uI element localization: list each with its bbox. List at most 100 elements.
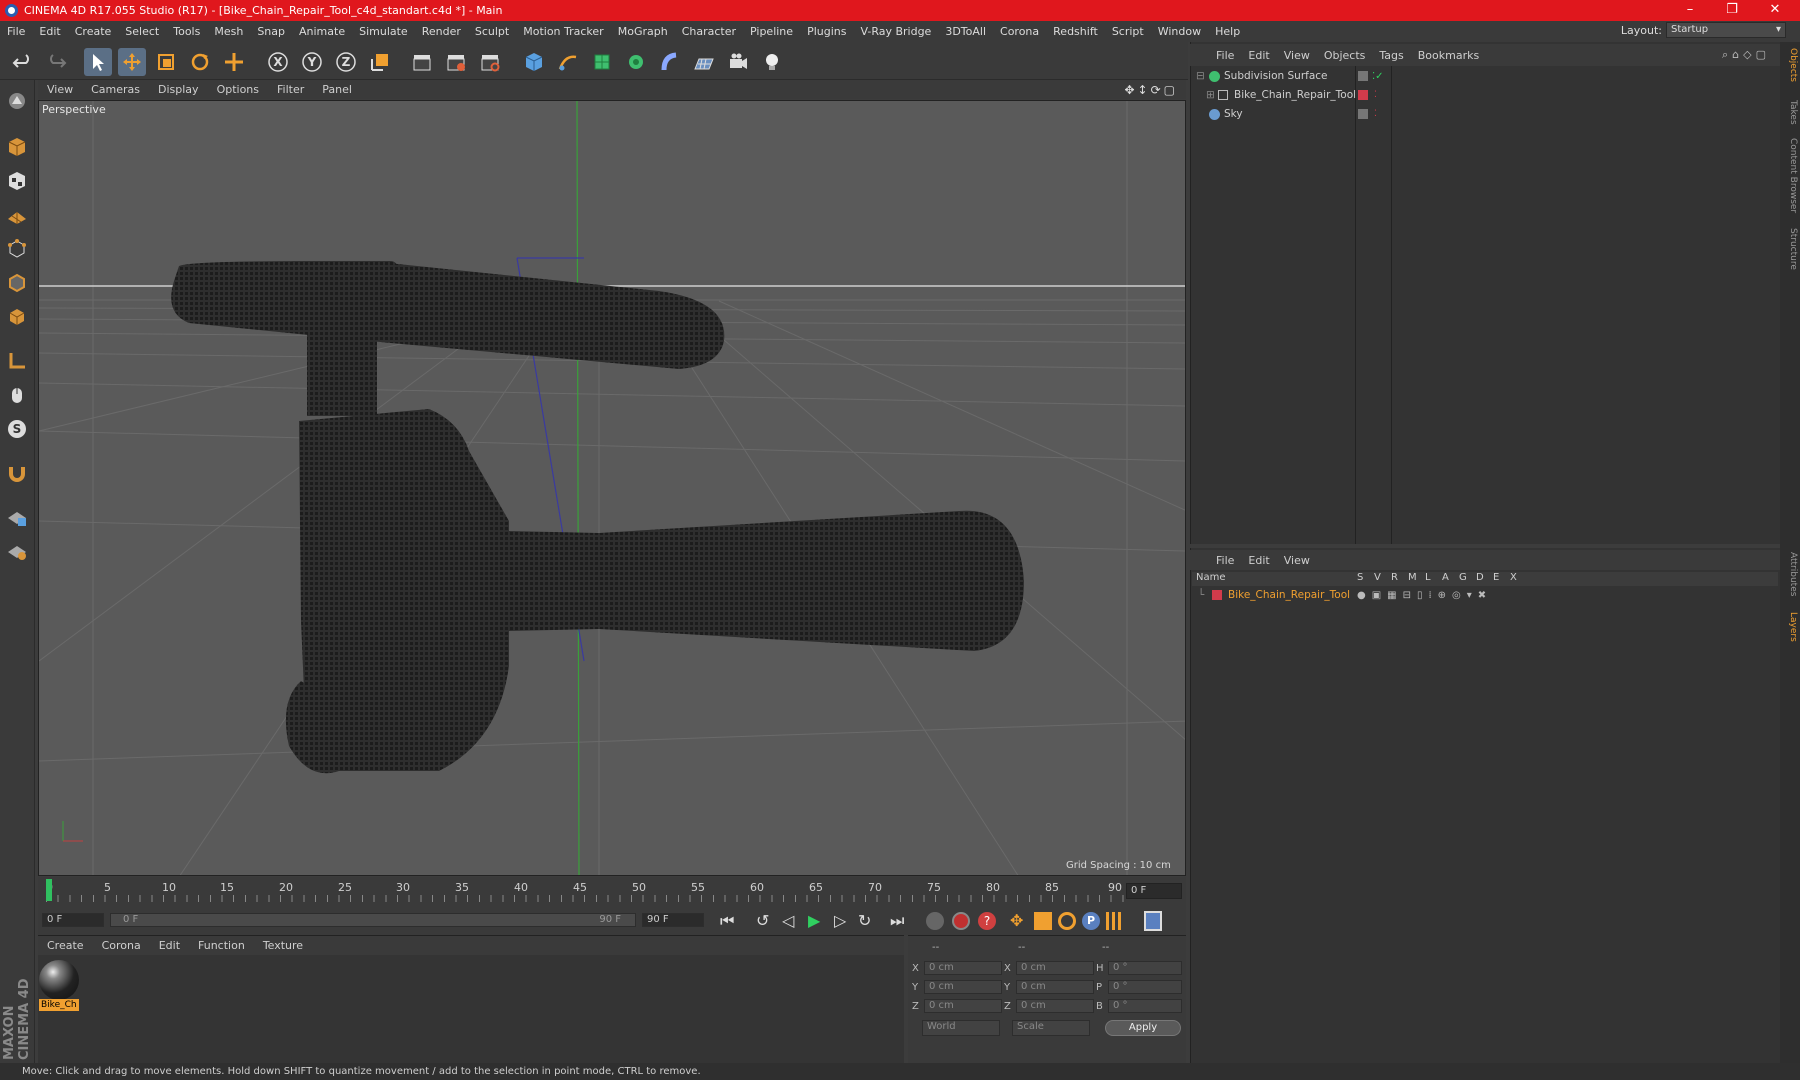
menu-script[interactable]: Script [1105,25,1151,38]
timeline-window-icon[interactable] [1144,911,1162,931]
object-menu-edit[interactable]: Edit [1241,49,1276,62]
layer-menu-file[interactable]: File [1190,554,1241,567]
previous-keyframe-icon[interactable]: ↺ [756,911,769,930]
menu-simulate[interactable]: Simulate [352,25,415,38]
spline-pen-button[interactable] [554,48,582,76]
menu-3dtoall[interactable]: 3DToAll [938,25,993,38]
tab-objects[interactable]: Objects [1782,48,1798,82]
render-settings-button[interactable] [476,48,504,76]
cloner-button[interactable] [622,48,650,76]
object-menu-bookmarks[interactable]: Bookmarks [1411,49,1486,62]
planar-workplane-button[interactable] [4,538,30,564]
collapse-icon[interactable]: ⊟ [1196,68,1205,85]
rotation-b-field[interactable]: 0 ° [1108,999,1182,1013]
menu-mesh[interactable]: Mesh [207,25,250,38]
menu-window[interactable]: Window [1151,25,1208,38]
tab-layers[interactable]: Layers [1782,612,1798,642]
layer-tag-icon[interactable] [1358,109,1368,119]
material-menu-texture[interactable]: Texture [254,939,312,952]
autokey-help-icon[interactable]: ? [978,912,996,930]
redo-button[interactable] [42,48,70,76]
menu-mograph[interactable]: MoGraph [611,25,675,38]
expand-icon[interactable]: ⊞ [1206,87,1215,104]
texture-mode-button[interactable] [4,168,30,194]
magnet-button[interactable] [4,460,30,486]
visibility-dots-icon[interactable]: ⁚ [1374,87,1377,104]
position-z-field[interactable]: 0 cm [924,999,1002,1013]
visibility-check-icon[interactable]: ⁚✓ [1372,68,1384,85]
current-frame-field[interactable]: 0 F [1126,883,1182,899]
menu-pipeline[interactable]: Pipeline [743,25,800,38]
viewport-menu-panel[interactable]: Panel [313,83,361,96]
next-keyframe-icon[interactable]: ↻ [858,911,871,930]
start-frame-field[interactable]: 0 F [42,913,104,927]
render-to-picture-viewer-button[interactable] [442,48,470,76]
menu-plugins[interactable]: Plugins [800,25,853,38]
layer-tag-icon[interactable] [1358,71,1368,81]
menu-render[interactable]: Render [415,25,468,38]
go-to-start-icon[interactable]: ⏮ [720,911,734,931]
render-view-button[interactable] [408,48,436,76]
layer-toggle-icons[interactable]: ●▣▦⊟▯⁞⊕◎▾✖ [1357,587,1492,604]
object-menu-tags[interactable]: Tags [1372,49,1410,62]
key-rotation-icon[interactable] [1058,912,1076,930]
camera-button[interactable] [724,48,752,76]
snap-button[interactable]: S [4,416,30,442]
cube-primitive-button[interactable] [520,48,548,76]
menu-redshift[interactable]: Redshift [1046,25,1105,38]
key-parameter-icon[interactable]: P [1082,912,1100,930]
menu-character[interactable]: Character [675,25,743,38]
end-frame-field[interactable]: 90 F [642,913,704,927]
key-pla-icon[interactable] [1106,912,1124,930]
visibility-dots-icon[interactable]: ⁚ [1374,106,1377,123]
viewport-menu-view[interactable]: View [38,83,82,96]
object-row-bike-chain-repair-tool[interactable]: ⊞ Bike_Chain_Repair_Tool ⁚ [1192,87,1778,104]
menu-create[interactable]: Create [68,25,119,38]
step-forward-icon[interactable]: ▷ [834,911,846,930]
apply-button[interactable]: Apply [1105,1020,1181,1036]
move-tool-button[interactable] [118,48,146,76]
x-axis-lock-button[interactable]: X [264,48,292,76]
material-menu-edit[interactable]: Edit [150,939,189,952]
play-forward-icon[interactable]: ▶ [808,911,820,930]
floor-button[interactable] [690,48,718,76]
menu-file[interactable]: File [0,25,32,38]
layer-menu-view[interactable]: View [1277,554,1317,567]
menu-animate[interactable]: Animate [292,25,352,38]
tab-attributes[interactable]: Attributes [1782,552,1798,596]
size-y-field[interactable]: 0 cm [1016,980,1094,994]
subdivision-surface-button[interactable] [588,48,616,76]
layout-select[interactable]: Startup ▾ [1666,22,1786,38]
keyframe-mode-icon[interactable] [926,912,944,930]
tab-takes[interactable]: Takes [1782,100,1798,125]
object-row-subdivision-surface[interactable]: ⊟ Subdivision Surface ⁚✓ [1192,68,1778,85]
size-x-field[interactable]: 0 cm [1016,961,1094,975]
menu-snap[interactable]: Snap [250,25,292,38]
menu-sculpt[interactable]: Sculpt [468,25,516,38]
perspective-viewport[interactable] [38,100,1186,876]
step-back-icon[interactable]: ◁ [782,911,794,930]
layer-color-icon[interactable] [1358,90,1368,100]
tweak-mode-button[interactable] [4,382,30,408]
viewport-menu-display[interactable]: Display [149,83,208,96]
restore-button[interactable]: ❐ [1712,0,1752,21]
z-axis-lock-button[interactable]: Z [332,48,360,76]
menu-select[interactable]: Select [118,25,166,38]
lock-workplane-button[interactable] [4,504,30,530]
rotation-h-field[interactable]: 0 ° [1108,961,1182,975]
viewport-menu-cameras[interactable]: Cameras [82,83,149,96]
undo-button[interactable] [9,48,37,76]
workplane-mode-button[interactable] [4,202,30,228]
material-menu-corona[interactable]: Corona [93,939,150,952]
material-menu-function[interactable]: Function [189,939,254,952]
tab-content-browser[interactable]: Content Browser [1782,138,1798,213]
recent-tool-button[interactable] [220,48,248,76]
material-menu-create[interactable]: Create [38,939,93,952]
viewport-menu-filter[interactable]: Filter [268,83,313,96]
menu-vray-bridge[interactable]: V-Ray Bridge [853,25,938,38]
go-to-end-icon[interactable]: ⏭ [890,911,904,931]
model-mode-button[interactable] [4,134,30,160]
edges-mode-button[interactable] [4,270,30,296]
light-button[interactable] [758,48,786,76]
viewport-nav-icons[interactable]: ✥↕⟳▢ [1124,83,1178,97]
